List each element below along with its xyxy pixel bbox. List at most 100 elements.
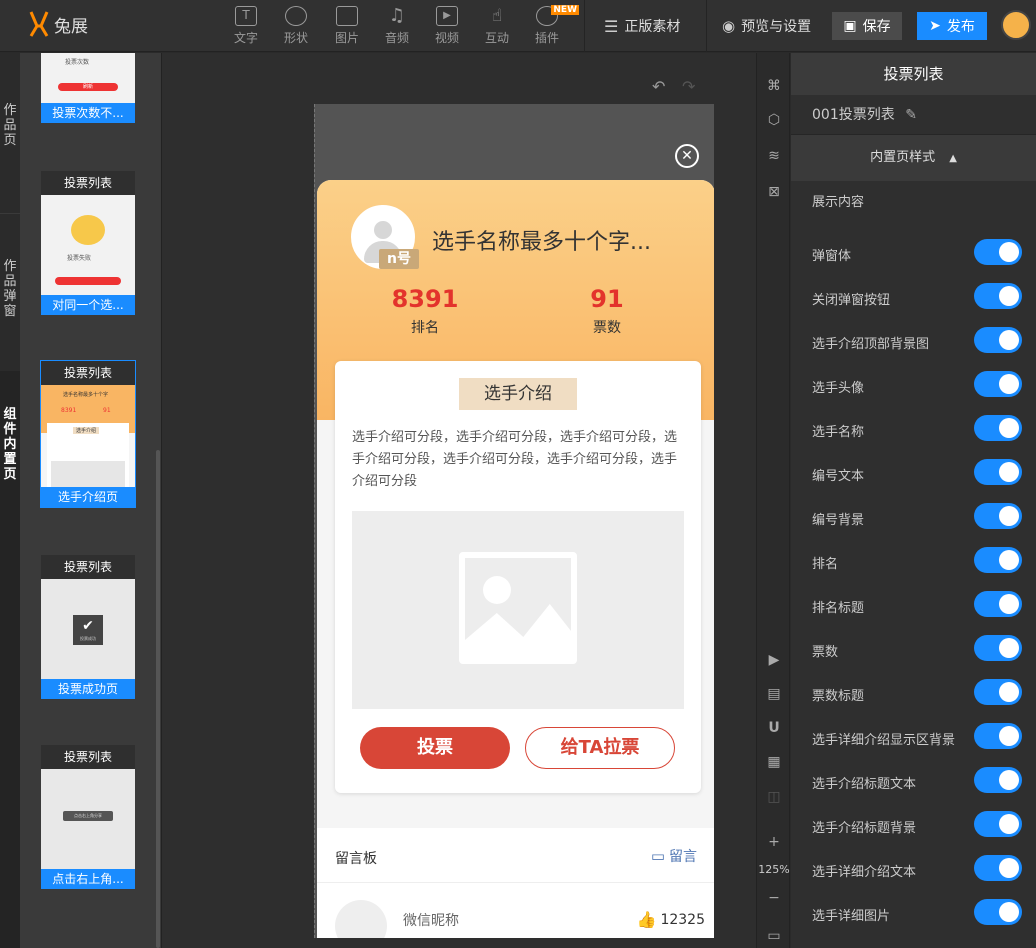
thumb-card: 选手介绍 bbox=[47, 423, 129, 487]
preview-label: 预览与设置 bbox=[741, 19, 812, 35]
toggle-switch[interactable] bbox=[974, 503, 1022, 529]
frame-icon[interactable]: ▤ bbox=[765, 685, 783, 703]
toggle-switch[interactable] bbox=[974, 635, 1022, 661]
thumbnail-title: 投票列表 bbox=[41, 361, 135, 385]
layers-icon[interactable]: ≋ bbox=[765, 147, 783, 165]
new-badge: NEW bbox=[551, 5, 579, 15]
share-node-icon[interactable]: ⌘ bbox=[765, 77, 783, 95]
toolbar-divider bbox=[706, 0, 707, 52]
save-icon: ▣ bbox=[843, 18, 857, 34]
board-title: 留言板 bbox=[335, 851, 377, 867]
close-popup-button[interactable]: ✕ bbox=[675, 144, 699, 168]
canvass-button[interactable]: 给TA拉票 bbox=[525, 727, 675, 769]
toggle-switch[interactable] bbox=[974, 723, 1022, 749]
thumbnail-item[interactable]: 投票列表 点击右上角分享 点击右上角... bbox=[41, 745, 135, 889]
tool-shape[interactable]: 形状 bbox=[276, 6, 316, 46]
stock-button[interactable]: ☰ 正版素材 bbox=[604, 12, 680, 40]
toggle-label: 关闭弹窗按钮 bbox=[812, 293, 891, 308]
toggle-switch[interactable] bbox=[974, 239, 1022, 265]
thumb-text: 点击右上角分享 bbox=[63, 811, 113, 821]
toggle-switch[interactable] bbox=[974, 591, 1022, 617]
image-sun-shape bbox=[483, 576, 511, 604]
toggle-knob bbox=[999, 506, 1019, 526]
thumb-text: 选手名称最多十个字 bbox=[63, 392, 109, 398]
toggle-label: 选手介绍标题文本 bbox=[812, 777, 917, 792]
zoom-level: 125% bbox=[758, 863, 790, 876]
section-builtin-style[interactable]: 内置页样式 ▲ bbox=[791, 135, 1036, 181]
thumb-text: 投票次数 bbox=[65, 59, 90, 66]
toggle-knob bbox=[999, 682, 1019, 702]
leave-message-label: 留言 bbox=[669, 849, 697, 865]
publish-button[interactable]: ➤ 发布 bbox=[917, 12, 987, 40]
zoom-out-icon[interactable]: − bbox=[765, 889, 783, 907]
category-label: 作 品 弹 窗 bbox=[3, 259, 17, 319]
play-icon[interactable]: ▶ bbox=[765, 651, 783, 669]
image-icon bbox=[336, 6, 358, 26]
tool-interact[interactable]: ☝ 互动 bbox=[477, 6, 517, 46]
toggle-label: 选手详细介绍显示区背景 bbox=[812, 733, 956, 748]
toggle-row: 排名标题 bbox=[791, 583, 1036, 627]
toggle-switch[interactable] bbox=[974, 415, 1022, 441]
tool-image[interactable]: 图片 bbox=[327, 6, 367, 46]
grid-icon[interactable]: ▦ bbox=[765, 753, 783, 771]
thumbnail-item[interactable]: 投票列表 ✔ 投票成功 投票成功页 bbox=[41, 555, 135, 699]
toggle-label: 选手介绍标题背景 bbox=[812, 821, 917, 836]
player-image-placeholder[interactable] bbox=[352, 511, 684, 709]
message-board: 留言板 ▭ 留言 微信昵称 👍 12325 bbox=[317, 828, 714, 938]
tool-text[interactable]: T 文字 bbox=[226, 6, 266, 46]
send-icon: ➤ bbox=[929, 18, 941, 34]
toggle-row: 选手介绍标题文本 bbox=[791, 759, 1036, 803]
tool-audio[interactable]: ♫ 音频 bbox=[377, 6, 417, 46]
zoom-in-icon[interactable]: + bbox=[765, 833, 783, 851]
toggle-label: 选手详细图片 bbox=[812, 909, 891, 924]
category-component-pages[interactable]: 组 件 内 置 页 bbox=[0, 371, 20, 948]
toggle-knob bbox=[999, 550, 1019, 570]
toggle-switch[interactable] bbox=[974, 899, 1022, 925]
toggle-label: 选手介绍顶部背景图 bbox=[812, 337, 930, 352]
thumbnail-item[interactable]: 投票次数 刷新 投票次数不... bbox=[41, 53, 135, 123]
chat-icon[interactable]: ▭ bbox=[765, 927, 783, 945]
tool-interact-label: 互动 bbox=[484, 31, 509, 45]
component-name[interactable]: 001投票列表 ✎ bbox=[791, 95, 1036, 135]
category-work-popups[interactable]: 作 品 弹 窗 bbox=[0, 213, 20, 371]
toggle-switch[interactable] bbox=[974, 679, 1022, 705]
toggle-switch[interactable] bbox=[974, 283, 1022, 309]
vote-button[interactable]: 投票 bbox=[360, 727, 510, 769]
toggle-switch[interactable] bbox=[974, 371, 1022, 397]
save-button[interactable]: ▣ 保存 bbox=[832, 12, 902, 40]
toggle-switch[interactable] bbox=[974, 767, 1022, 793]
magnet-icon[interactable]: U bbox=[765, 719, 783, 737]
tool-plugin[interactable]: 插件 NEW bbox=[527, 5, 579, 46]
toggle-knob bbox=[999, 902, 1019, 922]
panel-header: 投票列表 bbox=[791, 53, 1036, 95]
thumbnail-preview: 投票次数 刷新 bbox=[41, 53, 135, 103]
user-avatar[interactable] bbox=[1001, 10, 1031, 40]
leave-message-button[interactable]: ▭ 留言 bbox=[651, 846, 697, 866]
toggle-switch[interactable] bbox=[974, 547, 1022, 573]
toggle-knob bbox=[999, 462, 1019, 482]
pencil-icon[interactable]: ✎ bbox=[905, 107, 917, 123]
like-button[interactable]: 👍 12325 bbox=[637, 910, 705, 929]
thumb-image bbox=[51, 461, 125, 487]
app-logo[interactable]: 兔展 bbox=[28, 10, 88, 38]
rank-stat: 8391 排名 bbox=[375, 285, 475, 337]
player-name: 选手名称最多十个字... bbox=[432, 230, 651, 255]
thumbnail-item-active[interactable]: 投票列表 选手名称最多十个字 8391 91 选手介绍 选手介绍页 bbox=[40, 360, 136, 508]
tool-video[interactable]: ▶ 视频 bbox=[427, 6, 467, 46]
redo-icon[interactable]: ↷ bbox=[682, 77, 695, 96]
toggle-switch[interactable] bbox=[974, 811, 1022, 837]
toggle-switch[interactable] bbox=[974, 459, 1022, 485]
preview-button[interactable]: ◉ 预览与设置 bbox=[722, 12, 811, 40]
crop-icon[interactable]: ⊠ bbox=[765, 183, 783, 201]
toggle-row: 选手详细介绍文本 bbox=[791, 847, 1036, 891]
intro-title: 选手介绍 bbox=[459, 378, 577, 410]
thumb-text: 投票失败 bbox=[67, 255, 92, 262]
toggle-switch[interactable] bbox=[974, 855, 1022, 881]
toggle-row: 票数标题 bbox=[791, 671, 1036, 715]
thumbnail-item[interactable]: 投票列表 投票失败 对同一个选... bbox=[41, 171, 135, 315]
cube-icon[interactable]: ⬡ bbox=[765, 111, 783, 129]
ps-icon[interactable]: ◫ bbox=[765, 788, 783, 806]
toggle-switch[interactable] bbox=[974, 327, 1022, 353]
undo-icon[interactable]: ↶ bbox=[652, 77, 665, 96]
thumbnail-scrollbar[interactable] bbox=[156, 450, 160, 948]
